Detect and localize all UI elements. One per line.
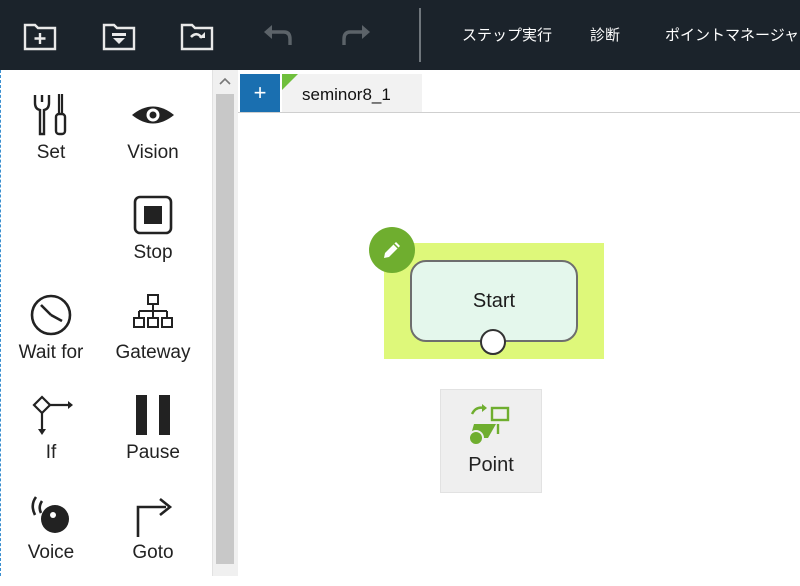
- point-node-label: Point: [468, 454, 514, 476]
- undo-icon: [264, 25, 292, 45]
- scroll-thumb[interactable]: [216, 94, 234, 564]
- tab-seminor8-1[interactable]: seminor8_1: [282, 74, 422, 112]
- pause-icon: [136, 395, 170, 435]
- palette-label-gateway: Gateway: [115, 342, 191, 363]
- chevron-up-icon: [219, 77, 231, 85]
- point-move-icon: [468, 404, 510, 446]
- reload-folder-button[interactable]: [172, 10, 222, 60]
- edit-node-button[interactable]: [369, 227, 415, 273]
- reload-folder-icon: [180, 23, 214, 51]
- save-folder-button[interactable]: [94, 10, 144, 60]
- start-node-label: Start: [472, 289, 516, 312]
- palette-label-wait-for: Wait for: [18, 342, 84, 363]
- add-tab-button[interactable]: +: [240, 74, 280, 112]
- point-manager-button[interactable]: ポイントマネージャ: [665, 24, 799, 45]
- palette-item-stop[interactable]: Stop: [103, 190, 203, 286]
- goto-arrow-icon: [136, 497, 173, 537]
- voice-icon: [31, 496, 69, 533]
- gateway-icon: [133, 294, 173, 328]
- start-node-output-port[interactable]: [480, 329, 506, 355]
- tools-icon: [33, 94, 67, 136]
- branch-icon: [32, 395, 73, 435]
- palette-label-pause: Pause: [126, 442, 180, 463]
- palette-label-goto: Goto: [132, 542, 174, 563]
- redo-button[interactable]: [331, 10, 381, 60]
- palette-item-gateway[interactable]: Gateway: [103, 290, 203, 386]
- toolbar-separator: [419, 8, 421, 62]
- pencil-icon: [384, 242, 400, 258]
- palette-item-pause[interactable]: Pause: [103, 390, 203, 486]
- palette-label-set: Set: [36, 142, 66, 163]
- palette-item-set[interactable]: Set: [1, 90, 101, 186]
- clock-icon: [30, 294, 72, 336]
- scroll-up-button[interactable]: [213, 72, 237, 90]
- palette-label-if: If: [45, 442, 57, 463]
- stop-icon: [133, 195, 173, 235]
- palette-label-voice: Voice: [27, 542, 75, 563]
- flow-editor: + seminor8_1 Start Point: [238, 70, 800, 576]
- tab-status-marker: [282, 74, 298, 90]
- palette-item-goto[interactable]: Goto: [103, 490, 203, 586]
- palette-item-wait-for[interactable]: Wait for: [1, 290, 101, 386]
- new-folder-button[interactable]: [15, 10, 65, 60]
- flow-canvas[interactable]: Start Point: [238, 113, 800, 576]
- command-palette: Set Vision Stop Wait for Gateway If Paus…: [0, 70, 212, 576]
- eye-icon: [132, 106, 174, 124]
- save-folder-icon: [102, 23, 136, 51]
- undo-button[interactable]: [253, 10, 303, 60]
- new-folder-icon: [23, 23, 57, 51]
- diagnose-button[interactable]: 診断: [590, 24, 620, 45]
- palette-item-if[interactable]: If: [1, 390, 101, 486]
- palette-item-vision[interactable]: Vision: [103, 90, 203, 186]
- step-run-button[interactable]: ステップ実行: [462, 24, 552, 45]
- main-toolbar: ステップ実行 診断 ポイントマネージャ: [0, 0, 800, 70]
- palette-label-stop: Stop: [133, 242, 173, 263]
- palette-scrollbar[interactable]: [212, 70, 238, 576]
- palette-item-voice[interactable]: Voice: [1, 490, 101, 586]
- point-node[interactable]: Point: [440, 389, 542, 493]
- palette-label-vision: Vision: [127, 142, 179, 163]
- redo-icon: [342, 25, 370, 45]
- tab-bar: + seminor8_1: [238, 70, 800, 113]
- tab-label: seminor8_1: [302, 85, 391, 104]
